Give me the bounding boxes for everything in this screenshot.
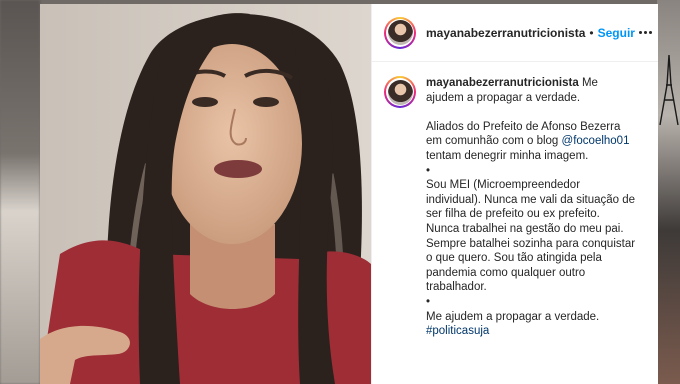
mention-link[interactable]: @focoelho01 (562, 135, 630, 147)
caption-bullet-1: • (426, 164, 431, 177)
caption-bullet-2: • (426, 295, 431, 308)
background-page-left (0, 0, 40, 384)
caption-paragraph-2: Aliados do Prefeito de Afonso Bezerra em… (426, 120, 636, 164)
profile-picture (387, 20, 413, 45)
caption-avatar[interactable] (384, 76, 416, 108)
caption-paragraph-4: Me ajudem a propagar a verdade. (426, 310, 600, 323)
caption-first-line: mayanabezerranutricionista Me ajudem a p… (426, 76, 636, 105)
header-username-link[interactable]: mayanabezerranutricionista (426, 26, 585, 40)
eiffel-tower-drawing (659, 55, 679, 125)
caption-paragraph-3: Sou MEI (Microempreendedor individual). … (426, 179, 636, 294)
more-options-icon[interactable] (635, 27, 656, 38)
caption-profile-picture (387, 79, 413, 105)
caption-username-link[interactable]: mayanabezerranutricionista (426, 77, 579, 89)
avatar[interactable] (384, 16, 416, 49)
hashtag-link[interactable]: #politicasuja (426, 325, 489, 337)
caption-para2-end: tentam denegrir minha imagem. (426, 149, 589, 162)
post-caption: mayanabezerranutricionista Me ajudem a p… (372, 62, 658, 339)
follow-button[interactable]: Seguir (598, 26, 635, 40)
post-header: mayanabezerranutricionista • Seguir (372, 4, 658, 62)
post-video-frame[interactable] (40, 4, 371, 384)
header-separator: • (589, 25, 594, 40)
post-side-panel: mayanabezerranutricionista • Seguir maya… (371, 4, 658, 384)
caption-text: mayanabezerranutricionista Me ajudem a p… (426, 76, 636, 339)
